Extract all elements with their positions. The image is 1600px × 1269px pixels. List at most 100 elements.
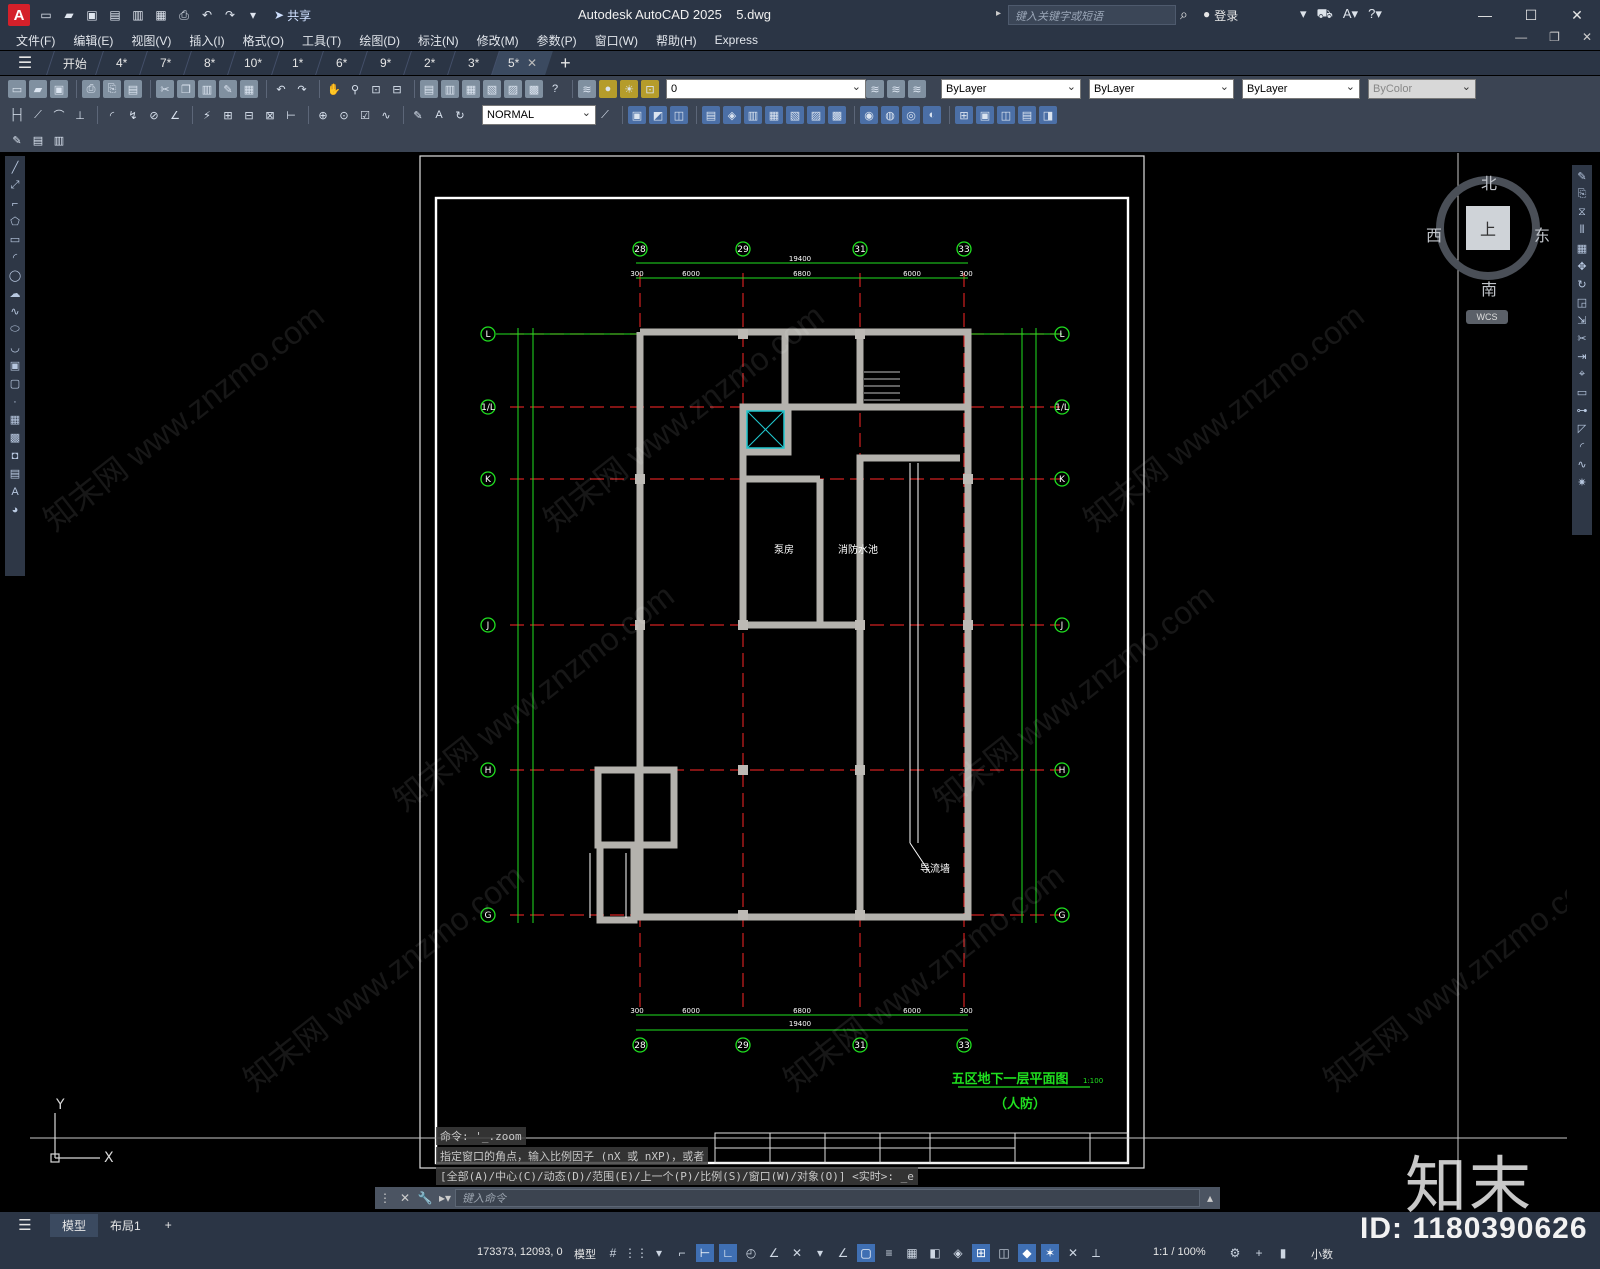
- save-as-icon[interactable]: ▤: [107, 7, 123, 23]
- inspect-icon[interactable]: ☑: [356, 106, 374, 124]
- command-input[interactable]: 键入命令: [455, 1189, 1200, 1207]
- help-icon[interactable]: ?▾: [1368, 6, 1382, 24]
- section-icon[interactable]: ▩: [828, 106, 846, 124]
- menu-dimension[interactable]: 标注(N): [418, 32, 459, 49]
- compass-north[interactable]: 北: [1481, 170, 1497, 194]
- array-icon[interactable]: ▦: [1575, 241, 1590, 256]
- materials-icon[interactable]: ◐: [923, 106, 941, 124]
- design-center-icon[interactable]: ▥: [441, 80, 459, 98]
- color-dropdown[interactable]: ByLayer: [941, 79, 1081, 99]
- auto-scale-icon[interactable]: ◫: [995, 1244, 1013, 1262]
- move-icon[interactable]: ✥: [1575, 259, 1590, 274]
- layout-menu-icon[interactable]: ☰: [0, 1216, 50, 1234]
- search-expand-icon[interactable]: ▸: [996, 8, 1001, 19]
- selection-cycling-icon[interactable]: ▢: [857, 1244, 875, 1262]
- diameter-dim-icon[interactable]: ⊘: [145, 106, 163, 124]
- menu-parametric[interactable]: 参数(P): [537, 32, 577, 49]
- break-icon[interactable]: ▭: [1575, 385, 1590, 400]
- line-icon[interactable]: ╱: [8, 160, 23, 175]
- plot-preview-icon[interactable]: ⎘: [103, 80, 121, 98]
- make-current-layer-icon[interactable]: ≋: [866, 80, 884, 98]
- recent-commands-icon[interactable]: ▸▾: [435, 1191, 455, 1205]
- region-icon[interactable]: ◘: [8, 448, 23, 463]
- break-at-point-icon[interactable]: ⌖: [1575, 367, 1590, 382]
- workspace-icon[interactable]: ◆: [1018, 1244, 1036, 1262]
- mirror-icon[interactable]: ⧖: [1575, 205, 1590, 220]
- add-selected-icon[interactable]: ◕: [8, 502, 23, 517]
- tab-close-icon[interactable]: ✕: [527, 56, 537, 70]
- compass-south[interactable]: 南: [1481, 276, 1497, 300]
- customize-qat-icon[interactable]: ▾: [245, 7, 261, 23]
- search-icon[interactable]: ⌕: [1180, 6, 1188, 23]
- doc-minimize-icon[interactable]: —: [1515, 30, 1527, 44]
- plot-icon[interactable]: ⎙: [82, 80, 100, 98]
- point-icon[interactable]: ·: [8, 394, 23, 409]
- quick-dim-icon[interactable]: ⚡: [198, 106, 216, 124]
- viewport-scale[interactable]: 1:1 / 100%: [1153, 1246, 1206, 1258]
- tool-palettes-icon[interactable]: ▦: [462, 80, 480, 98]
- web-save-icon[interactable]: ▦: [153, 7, 169, 23]
- revision-cloud-icon[interactable]: ☁: [8, 286, 23, 301]
- menu-modify[interactable]: 修改(M): [477, 32, 519, 49]
- tab-layout1[interactable]: 布局1: [98, 1214, 153, 1237]
- print-icon[interactable]: ⎙: [176, 7, 192, 23]
- gizmo-icon[interactable]: ◈: [949, 1244, 967, 1262]
- fillet-icon[interactable]: ◜: [1575, 439, 1590, 454]
- publish-icon[interactable]: ▤: [124, 80, 142, 98]
- cylinder-icon[interactable]: ◫: [670, 106, 688, 124]
- linear-dim-icon[interactable]: ├┤: [8, 106, 26, 124]
- menu-help[interactable]: 帮助(H): [656, 32, 697, 49]
- chamfer-icon[interactable]: ◸: [1575, 421, 1590, 436]
- grid-icon[interactable]: #: [604, 1244, 622, 1262]
- maximize-icon[interactable]: ☐: [1508, 0, 1554, 30]
- calculator-icon[interactable]: ▩: [525, 80, 543, 98]
- center-mark-icon[interactable]: ⊙: [335, 106, 353, 124]
- model-space-toggle[interactable]: 模型: [574, 1246, 596, 1262]
- units-display[interactable]: 小数: [1311, 1246, 1333, 1262]
- circle-icon[interactable]: ◯: [8, 268, 23, 283]
- markup-icon[interactable]: ▨: [504, 80, 522, 98]
- dim-update-icon[interactable]: ↻: [451, 106, 469, 124]
- save-icon[interactable]: ▣: [50, 80, 68, 98]
- 3d-osnap-icon[interactable]: ≡: [880, 1244, 898, 1262]
- dimstyle-manager-icon[interactable]: ⟋: [596, 106, 614, 124]
- continue-dim-icon[interactable]: ⊟: [240, 106, 258, 124]
- layer-lock-icon[interactable]: ⊡: [641, 80, 659, 98]
- view-icon[interactable]: ▣: [976, 106, 994, 124]
- dim-break-icon[interactable]: ⊢: [282, 106, 300, 124]
- compass-west[interactable]: 西: [1426, 222, 1442, 246]
- customize-wrench-icon[interactable]: 🔧: [415, 1191, 435, 1205]
- wcs-menu[interactable]: WCS: [1466, 310, 1508, 324]
- annotation-monitor-icon[interactable]: ✶: [1041, 1244, 1059, 1262]
- menu-insert[interactable]: 插入(I): [189, 32, 224, 49]
- command-history-expand-icon[interactable]: ▴: [1200, 1191, 1220, 1205]
- polar-icon[interactable]: ∟: [719, 1244, 737, 1262]
- arc-icon[interactable]: ◜: [8, 250, 23, 265]
- gradient-icon[interactable]: ▩: [8, 430, 23, 445]
- wedge-icon[interactable]: ◩: [649, 106, 667, 124]
- render-icon[interactable]: ◎: [902, 106, 920, 124]
- new-tab-button[interactable]: +: [549, 51, 581, 75]
- menu-edit[interactable]: 编辑(E): [73, 32, 113, 49]
- menu-format[interactable]: 格式(O): [243, 32, 284, 49]
- aligned-dim-icon[interactable]: ⟋: [29, 106, 47, 124]
- redo-icon[interactable]: ↷: [293, 80, 311, 98]
- construction-line-icon[interactable]: ⤢: [8, 178, 23, 193]
- explode-icon[interactable]: ✷: [1575, 475, 1590, 490]
- cart-icon[interactable]: ⛟: [1317, 6, 1333, 24]
- sheet-set-icon[interactable]: ▧: [483, 80, 501, 98]
- help-search-input[interactable]: 键入关键字或短语: [1008, 5, 1176, 25]
- table-icon[interactable]: ▤: [8, 466, 23, 481]
- new-file-icon[interactable]: ▭: [38, 7, 54, 23]
- cut-icon[interactable]: ✂: [156, 80, 174, 98]
- layer-thaw-icon[interactable]: ☀: [620, 80, 638, 98]
- attribute-icon[interactable]: ▥: [50, 131, 68, 149]
- annotation-scale-toggle-icon[interactable]: ⟂: [1087, 1244, 1105, 1262]
- jogged-linear-icon[interactable]: ∿: [377, 106, 395, 124]
- login-button[interactable]: ● 登录: [1203, 7, 1238, 24]
- paste-icon[interactable]: ▥: [198, 80, 216, 98]
- add-icon[interactable]: +: [1250, 1244, 1268, 1262]
- spline-icon[interactable]: ∿: [8, 304, 23, 319]
- menu-window[interactable]: 窗口(W): [595, 32, 638, 49]
- polyline-icon[interactable]: ⌐: [8, 196, 23, 211]
